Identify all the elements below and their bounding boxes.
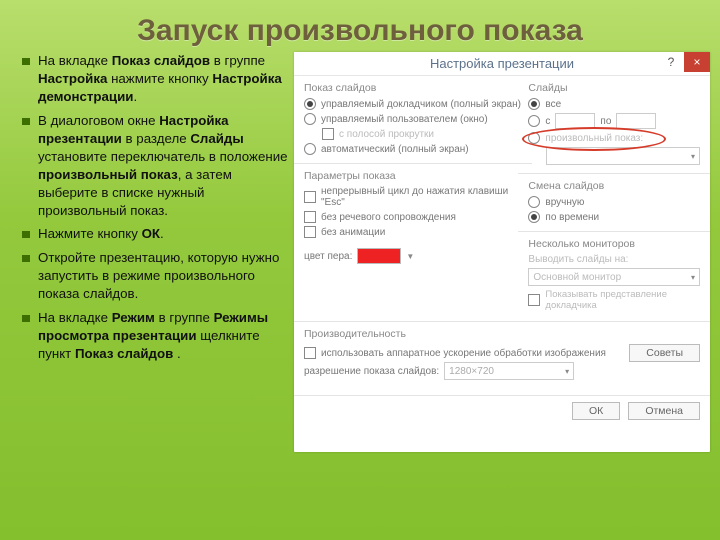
radio-slides-custom[interactable] xyxy=(528,132,540,144)
group-show-type: Показ слайдов xyxy=(304,82,522,94)
group-advance: Смена слайдов xyxy=(528,180,700,192)
label: с xyxy=(545,116,550,127)
group-perf: Производительность xyxy=(304,328,700,340)
input-from[interactable] xyxy=(555,113,595,129)
slide-title: Запуск произвольного показа xyxy=(0,0,720,52)
label: без анимации xyxy=(321,227,385,238)
input-to[interactable] xyxy=(616,113,656,129)
bullet-list: На вкладке Показ слайдов в группе Настро… xyxy=(22,52,290,452)
label: произвольный показ: xyxy=(545,133,643,144)
radio-show-presenter[interactable] xyxy=(304,98,316,110)
label: все xyxy=(545,99,561,110)
label: по xyxy=(600,116,611,127)
chk-scroll[interactable] xyxy=(322,128,334,140)
chk-presenter-view[interactable] xyxy=(528,294,540,306)
radio-slides-range[interactable] xyxy=(528,115,540,127)
label: Показывать представление докладчика xyxy=(545,289,700,311)
group-options: Параметры показа xyxy=(304,170,522,182)
chk-no-animation[interactable] xyxy=(304,226,316,238)
label-pen: цвет пера: xyxy=(304,251,352,262)
combo-resolution[interactable]: 1280×720▾ xyxy=(444,362,574,380)
close-icon[interactable]: × xyxy=(684,52,710,72)
chk-loop[interactable] xyxy=(304,191,316,203)
radio-show-user[interactable] xyxy=(304,113,316,125)
radio-adv-time[interactable] xyxy=(528,211,540,223)
label: с полосой прокрутки xyxy=(339,129,434,140)
label: использовать аппаратное ускорение обрабо… xyxy=(321,348,606,359)
label: управляемый пользователем (окно) xyxy=(321,114,488,125)
label: разрешение показа слайдов: xyxy=(304,366,439,377)
label: управляемый докладчиком (полный экран) xyxy=(321,99,521,110)
group-slides: Слайды xyxy=(528,82,700,94)
ok-button[interactable]: ОК xyxy=(572,402,620,420)
bullet-item: На вкладке Показ слайдов в группе Настро… xyxy=(22,52,290,106)
label: Выводить слайды на: xyxy=(528,254,700,265)
label: автоматический (полный экран) xyxy=(321,144,469,155)
tips-button[interactable]: Советы xyxy=(629,344,700,362)
dialog-settings: Настройка презентации ? × Показ слайдов … xyxy=(294,52,710,452)
chk-hw-accel[interactable] xyxy=(304,347,316,359)
help-icon[interactable]: ? xyxy=(658,52,684,72)
radio-slides-all[interactable] xyxy=(528,98,540,110)
bullet-item: На вкладке Режим в группе Режимы просмот… xyxy=(22,309,290,363)
combo-monitor[interactable]: Основной монитор▾ xyxy=(528,268,700,286)
label: вручную xyxy=(545,197,584,208)
radio-adv-manual[interactable] xyxy=(528,196,540,208)
group-monitors: Несколько мониторов xyxy=(528,238,700,250)
bullet-item: В диалоговом окне Настройка презентации … xyxy=(22,112,290,220)
cancel-button[interactable]: Отмена xyxy=(628,402,700,420)
label: непрерывный цикл до нажатия клавиши "Esc… xyxy=(321,186,522,208)
dialog-title: Настройка презентации xyxy=(294,52,710,76)
bullet-item: Нажмите кнопку ОК. xyxy=(22,225,290,243)
bullet-item: Откройте презентацию, которую нужно запу… xyxy=(22,249,290,303)
label: без речевого сопровождения xyxy=(321,212,456,223)
combo-custom-show[interactable]: ▾ xyxy=(546,147,700,165)
label: по времени xyxy=(545,212,599,223)
pen-color[interactable] xyxy=(357,248,401,264)
radio-show-auto[interactable] xyxy=(304,143,316,155)
chk-no-narration[interactable] xyxy=(304,211,316,223)
